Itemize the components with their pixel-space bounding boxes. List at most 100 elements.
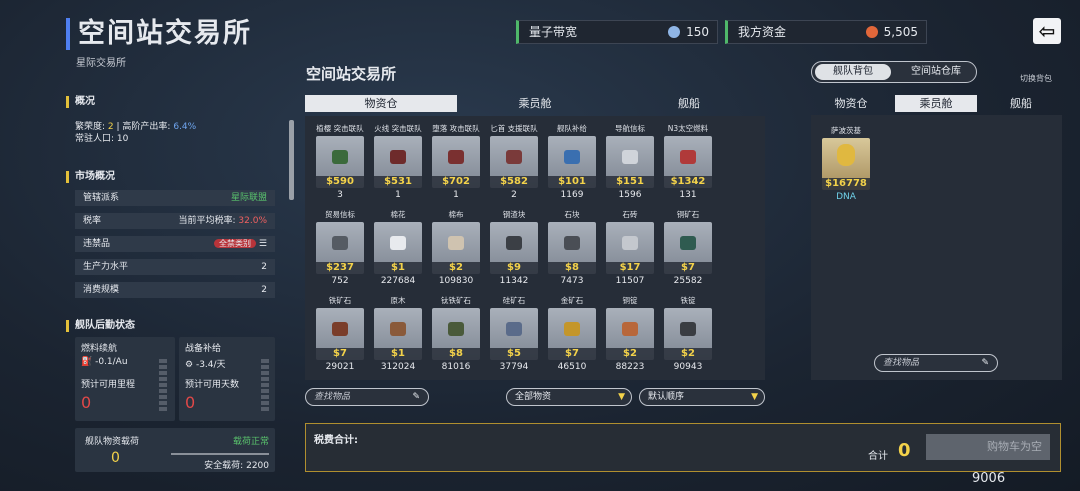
goods-qty: 1596 [618, 190, 642, 200]
goods-qty: 11342 [499, 276, 529, 286]
goods-card[interactable]: 棉花 $1 227684 [370, 207, 426, 287]
overview-title: 概况 [66, 96, 95, 108]
goods-card[interactable]: 堕落 攻击联队 $702 1 [428, 121, 484, 201]
goods-price: $7 [316, 348, 364, 360]
goods-name: 导航信标 [615, 124, 645, 133]
goods-qty: 81016 [441, 362, 471, 372]
supply-gauge [261, 359, 269, 413]
goods-name: 铜锭 [622, 296, 638, 305]
goods-name: 铜矿石 [676, 210, 700, 219]
inv-tab-goods[interactable]: 物资仓 [811, 95, 891, 112]
inventory-tabs: 物资仓 乘员舱 舰船 [811, 95, 1062, 112]
sort-select[interactable]: 默认顺序 ▼ [639, 388, 765, 406]
goods-qty: 227684 [380, 276, 416, 286]
funds-value: 5,505 [865, 21, 918, 43]
search-input[interactable]: 查找物品 ✎ [305, 388, 429, 406]
goods-card[interactable]: 舰队补给 $101 1169 [544, 121, 600, 201]
goods-price: $151 [606, 176, 654, 188]
goods-price: $17 [606, 262, 654, 274]
goods-qty: 131 [679, 190, 697, 200]
inventory-toggle: 舰队背包 空间站仓库 [811, 61, 977, 83]
chevron-down-icon: ▼ [751, 392, 758, 402]
fleet-title: 舰队后勤状态 [66, 320, 135, 332]
goods-card[interactable]: 植樱 突击联队 $590 3 [312, 121, 368, 201]
goods-name: 金矿石 [560, 296, 584, 305]
goods-name: 贸易信标 [325, 210, 355, 219]
funds-label: 我方资金 [738, 25, 787, 39]
fuel-gauge [159, 359, 167, 413]
goods-card[interactable]: 匕首 支援联队 $582 2 [486, 121, 542, 201]
goods-qty: 1 [395, 190, 401, 200]
cart-button[interactable]: 购物车为空 [926, 434, 1050, 460]
goods-card[interactable]: 钛铁矿石 $8 81016 [428, 293, 484, 373]
bandwidth-value: 150 [668, 21, 709, 43]
goods-name: 棉花 [390, 210, 406, 219]
goods-card[interactable]: 铜锭 $2 88223 [602, 293, 658, 373]
goods-card[interactable]: 钢渣块 $9 11342 [486, 207, 542, 287]
goods-card[interactable]: 硅矿石 $5 37794 [486, 293, 542, 373]
tab-ships[interactable]: 舰船 [613, 95, 765, 112]
total-value: 0 [898, 440, 911, 461]
exchange-tabs: 物资仓 乘员舱 舰船 [305, 95, 765, 112]
goods-price: $702 [432, 176, 480, 188]
bandwidth-box: 量子带宽 150 [516, 20, 718, 44]
goods-qty: 312024 [380, 362, 416, 372]
goods-name: 铁锭 [680, 296, 696, 305]
inventory-search-input[interactable]: 查找物品 ✎ [874, 354, 998, 372]
toggle-fleet-bag[interactable]: 舰队背包 [815, 64, 891, 80]
goods-card[interactable]: 石砖 $17 11507 [602, 207, 658, 287]
goods-card[interactable]: N3太空燃料 $1342 131 [660, 121, 716, 201]
goods-card[interactable]: 导航信标 $151 1596 [602, 121, 658, 201]
goods-name: 石砖 [622, 210, 638, 219]
goods-qty: 3 [337, 190, 343, 200]
pencil-icon: ✎ [981, 358, 989, 368]
list-icon: ☰ [258, 239, 267, 249]
supply-icon: ⚙ [185, 360, 194, 370]
goods-card[interactable]: 石块 $8 7473 [544, 207, 600, 287]
market-row-contraband[interactable]: 违禁品 全禁类别 ☰ [75, 236, 275, 252]
goods-price: $237 [316, 262, 364, 274]
coin-icon [865, 26, 878, 38]
goods-name: 棉布 [448, 210, 464, 219]
goods-price: $7 [664, 262, 712, 274]
goods-price: $2 [664, 348, 712, 360]
total-label: 合计 [868, 451, 888, 462]
goods-price: $2 [432, 262, 480, 274]
goods-name: 钛铁矿石 [441, 296, 471, 305]
goods-card[interactable]: 铁锭 $2 90943 [660, 293, 716, 373]
build-number: 9006 [972, 471, 1006, 486]
goods-qty: 46510 [557, 362, 587, 372]
goods-card[interactable]: 原木 $1 312024 [370, 293, 426, 373]
inv-tab-ships[interactable]: 舰船 [981, 95, 1061, 112]
crew-card[interactable]: 萨波茨基 $16778 DNA [818, 123, 874, 203]
goods-qty: 7473 [560, 276, 584, 286]
goods-name: 火线 突击联队 [374, 124, 422, 133]
bandwidth-icon [668, 26, 681, 38]
tax-label: 税费合计: [314, 435, 358, 446]
goods-card[interactable]: 贸易信标 $237 752 [312, 207, 368, 287]
tab-goods[interactable]: 物资仓 [305, 95, 457, 112]
tab-crew[interactable]: 乘员舱 [459, 95, 611, 112]
goods-card[interactable]: 金矿石 $7 46510 [544, 293, 600, 373]
supply-box: 战备补给 ⚙ -3.4/天 预计可用天数 0 [179, 337, 275, 421]
switch-bag-link[interactable]: 切换背包 [1020, 73, 1052, 84]
filter-select[interactable]: 全部物资 ▼ [506, 388, 632, 406]
bandwidth-label: 量子带宽 [529, 25, 578, 39]
goods-qty: 1 [453, 190, 459, 200]
goods-name: N3太空燃料 [667, 124, 709, 133]
toggle-station-warehouse[interactable]: 空间站仓库 [898, 64, 974, 80]
back-button[interactable]: ⇦ [1033, 18, 1061, 44]
goods-name: 匕首 支援联队 [490, 124, 538, 133]
cargo-bar [171, 453, 269, 455]
goods-card[interactable]: 棉布 $2 109830 [428, 207, 484, 287]
left-scrollbar[interactable] [289, 120, 294, 200]
goods-card[interactable]: 火线 突击联队 $531 1 [370, 121, 426, 201]
goods-card[interactable]: 铁矿石 $7 29021 [312, 293, 368, 373]
inventory-panel: 萨波茨基 $16778 DNA 查找物品 ✎ [811, 115, 1062, 380]
inv-tab-crew[interactable]: 乘员舱 [895, 95, 977, 112]
goods-name: 舰队补给 [557, 124, 587, 133]
goods-card[interactable]: 铜矿石 $7 25582 [660, 207, 716, 287]
goods-price: $5 [490, 348, 538, 360]
page-title: 空间站交易所 [66, 18, 252, 50]
goods-price: $8 [548, 262, 596, 274]
